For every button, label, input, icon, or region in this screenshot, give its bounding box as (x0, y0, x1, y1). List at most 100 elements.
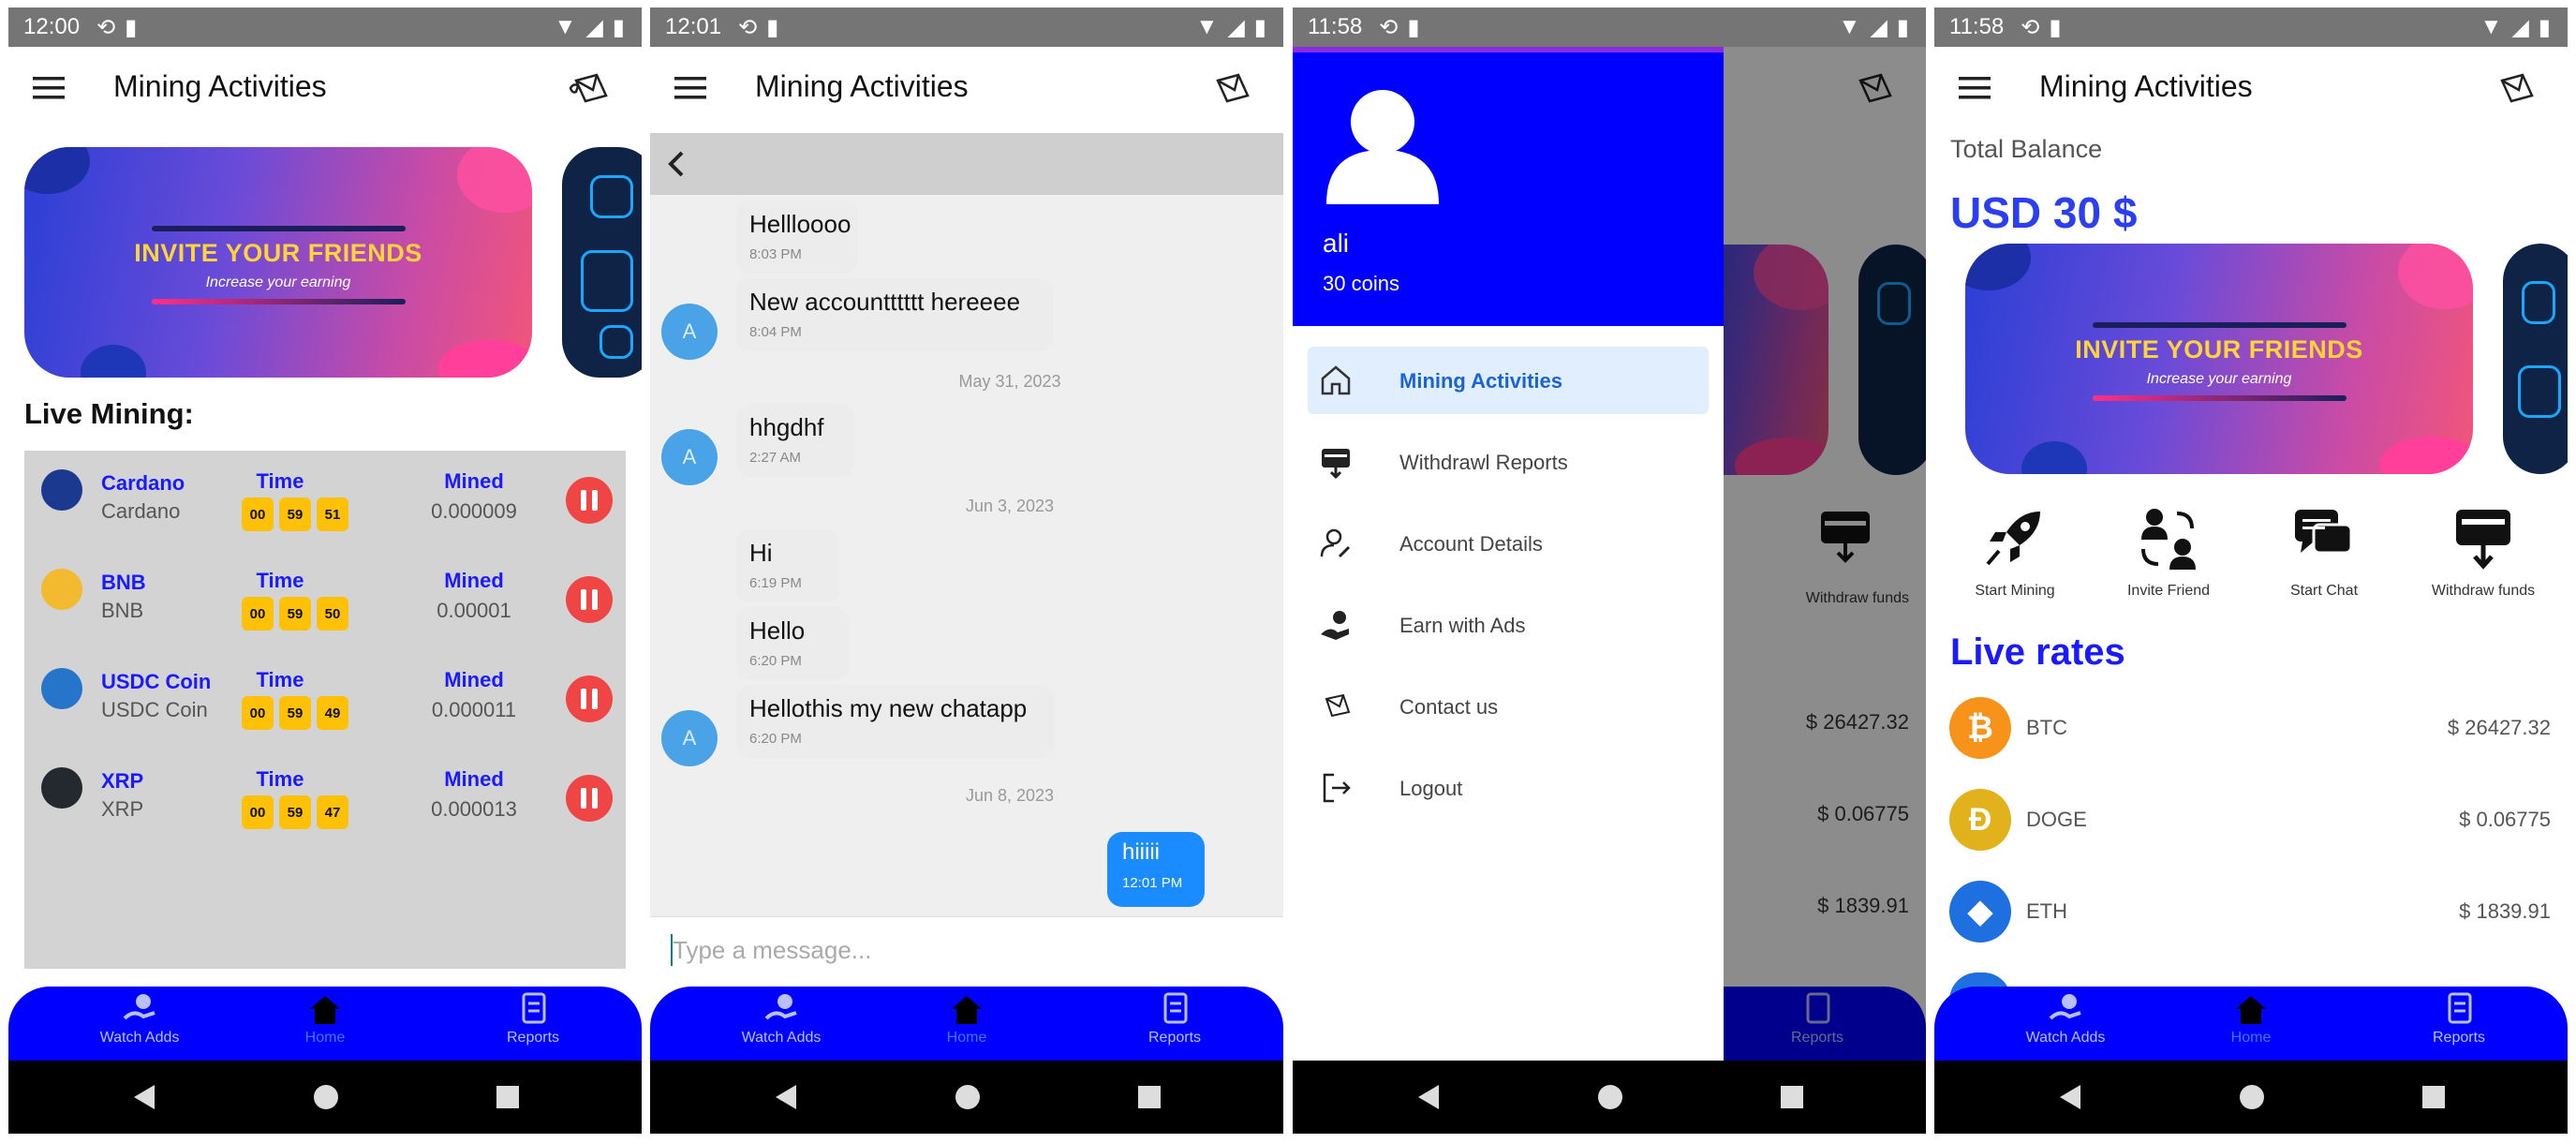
recents-icon[interactable] (2420, 1083, 2448, 1111)
back-icon[interactable] (1414, 1083, 1443, 1111)
coin-name: Cardano (101, 471, 185, 495)
nav-home[interactable]: Home (250, 992, 400, 1047)
message-bubble: Hellloooo 8:03 PM (736, 200, 858, 274)
start-mining-button[interactable]: Start Mining (1940, 504, 2090, 600)
drawer-item-contact-us[interactable]: Contact us (1308, 673, 1709, 740)
my-message-bubble: hiiiii 12:01 PM (1107, 832, 1205, 907)
mining-row: Cardano Cardano Time 00 59 51 Mined 0.0000… (24, 451, 626, 544)
pause-button[interactable] (566, 477, 613, 524)
invite-banner[interactable]: INVITE YOUR FRIENDS Increase your earnin… (24, 147, 532, 378)
message-time: 8:04 PM (749, 324, 802, 340)
nav-label: Home (2230, 1030, 2272, 1046)
drawer-item-mining-activities[interactable]: Mining Activities (1308, 347, 1709, 414)
rate-row[interactable]: ₿ BTC $ 26427.32 (1934, 684, 2568, 774)
quick-action-label: Start Mining (1975, 583, 2055, 599)
message-time: 8:03 PM (749, 246, 802, 262)
invite-banner[interactable]: INVITE YOUR FRIENDS Increase your earnin… (1965, 244, 2473, 474)
pause-button[interactable] (566, 775, 613, 822)
nav-label: Home (946, 1030, 987, 1046)
xrp-icon (41, 767, 82, 809)
nav-reports[interactable]: Reports (458, 992, 608, 1047)
avatar[interactable]: A (661, 429, 718, 485)
drawer-item-account-details[interactable]: Account Details (1308, 510, 1709, 577)
home-button-icon[interactable] (2238, 1083, 2266, 1111)
timer-hours: 00 (242, 497, 274, 531)
message-time: 6:20 PM (749, 731, 802, 747)
message-bubble: Hello 6:20 PM (736, 607, 849, 680)
rate-row[interactable]: ◆ ETH $ 1839.91 (1934, 868, 2568, 957)
back-icon[interactable] (130, 1083, 158, 1111)
avatar[interactable]: A (661, 710, 718, 766)
eth-icon: ◆ (1949, 881, 2011, 943)
bottom-nav: Watch Adds Home Reports (650, 987, 1283, 1063)
contact-mail-icon[interactable] (1210, 67, 1255, 112)
watch-ads-icon (123, 994, 155, 1020)
menu-icon[interactable] (674, 75, 706, 101)
back-icon[interactable] (772, 1083, 800, 1111)
page-title: Mining Activities (755, 69, 969, 103)
menu-icon[interactable] (33, 75, 65, 101)
message-input[interactable]: Type a message... (650, 916, 1283, 987)
pause-button[interactable] (566, 675, 613, 722)
rate-price: $ 0.06775 (2459, 808, 2551, 831)
invite-friend-button[interactable]: Invite Friend (2094, 504, 2243, 600)
navigation-drawer: ali 30 coins Mining Activities Withdrawl… (1293, 47, 1724, 1061)
nav-home[interactable]: Home (2176, 992, 2326, 1047)
recents-icon[interactable] (494, 1083, 522, 1111)
message-text: hhgdhf (749, 413, 824, 441)
recents-icon[interactable] (1778, 1083, 1806, 1111)
withdraw-funds-button[interactable]: Withdraw funds (2408, 504, 2558, 600)
nav-watch-adds[interactable]: Watch Adds (1991, 992, 2140, 1047)
system-nav-bar (650, 1061, 1283, 1134)
timer-hours: 00 (242, 795, 274, 829)
chat-icon (2295, 510, 2353, 555)
recents-icon[interactable] (1135, 1083, 1163, 1111)
status-bar: 12:01 ⟲ ▮ ▼ ◢ ▮ (650, 7, 1283, 47)
menu-icon[interactable] (1959, 75, 1991, 101)
message-bubble: Hellothis my new chatapp 6:20 PM (736, 685, 1055, 758)
back-arrow-icon[interactable] (665, 150, 688, 178)
nav-watch-adds[interactable]: Watch Adds (706, 992, 856, 1047)
total-balance-value: USD 30 $ (1950, 188, 2138, 237)
home-button-icon[interactable] (312, 1083, 340, 1111)
message-text: hiiiii (1122, 839, 1161, 865)
nav-watch-adds[interactable]: Watch Adds (65, 992, 215, 1047)
home-outline-icon (1321, 365, 1351, 395)
reports-icon (522, 992, 546, 1024)
contact-mail-icon[interactable] (569, 67, 614, 112)
home-icon (952, 996, 982, 1024)
message-text: New accountttttt hereeee (749, 288, 1021, 316)
rate-row[interactable]: Ð DOGE $ 0.06775 (1934, 776, 2568, 866)
live-mining-list: Cardano Cardano Time 00 59 51 Mined 0.0000… (24, 451, 626, 969)
bottom-nav: Watch Adds Home Reports (8, 987, 642, 1063)
circuit-banner[interactable] (562, 147, 642, 378)
chat-header (650, 133, 1283, 195)
home-button-icon[interactable] (954, 1083, 982, 1111)
time-label: Time (256, 469, 304, 493)
home-button-icon[interactable] (1596, 1083, 1624, 1111)
time-label: Time (256, 668, 304, 691)
drawer-item-withdrawl-reports[interactable]: Withdrawl Reports (1308, 428, 1709, 496)
status-bar: 12:00 ⟲ ▮ ▼ ◢ ▮ (8, 7, 642, 47)
signal-icon: ◢ (2511, 14, 2529, 40)
timer-minutes: 59 (279, 597, 311, 631)
nav-label: Reports (2432, 1030, 2486, 1046)
start-chat-button[interactable]: Start Chat (2249, 504, 2399, 600)
nav-home[interactable]: Home (892, 992, 1042, 1047)
nav-reports[interactable]: Reports (1100, 992, 1250, 1047)
drawer-item-earn-with-ads[interactable]: Earn with Ads (1308, 591, 1709, 659)
avatar[interactable]: A (661, 304, 718, 360)
message-time: 12:01 PM (1122, 875, 1183, 891)
earn-ads-icon (1321, 611, 1349, 640)
logout-icon (1323, 773, 1351, 803)
contact-mail-icon[interactable] (2495, 67, 2539, 112)
mined-label: Mined (444, 569, 504, 592)
back-icon[interactable] (2056, 1083, 2084, 1111)
drawer-item-logout[interactable]: Logout (1308, 754, 1709, 822)
pause-button[interactable] (566, 576, 613, 623)
system-nav-bar (1293, 1061, 1926, 1134)
invite-friend-icon (2141, 509, 2196, 570)
nav-reports[interactable]: Reports (2384, 992, 2534, 1047)
user-name: ali (1323, 229, 1350, 258)
circuit-banner[interactable] (2503, 244, 2568, 474)
